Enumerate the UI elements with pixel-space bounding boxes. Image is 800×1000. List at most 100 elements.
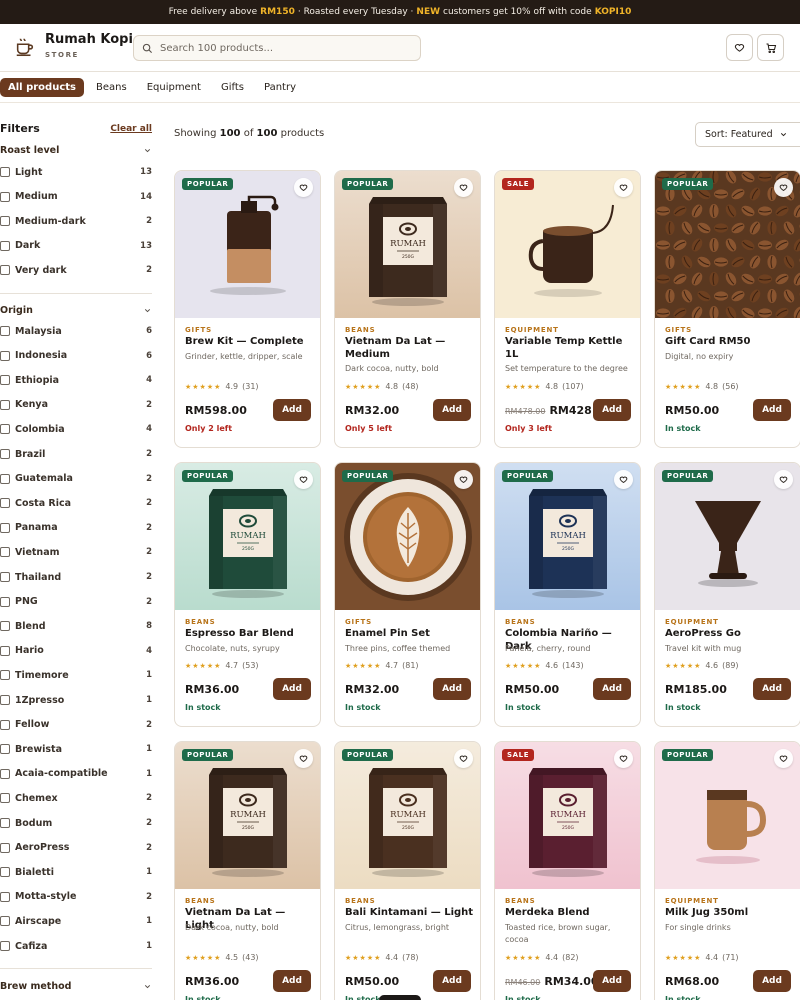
product-name[interactable]: Bali Kintamani — Light xyxy=(345,907,475,920)
clear-all-link[interactable]: Clear all xyxy=(110,124,152,134)
roast-level-section[interactable]: Roast level xyxy=(0,143,152,157)
filter-checkbox[interactable] xyxy=(0,596,10,607)
add-to-cart-button[interactable]: Add xyxy=(433,399,471,421)
filter-checkbox[interactable] xyxy=(0,621,10,632)
roast-level-section-header[interactable]: Roast level xyxy=(0,143,152,157)
wishlist-toggle[interactable] xyxy=(774,178,793,197)
sort-dropdown[interactable]: Sort: Featured xyxy=(695,122,800,147)
filter-checkbox[interactable] xyxy=(0,547,10,558)
filter-option-png[interactable]: PNG 2 xyxy=(0,594,152,610)
filter-checkbox[interactable] xyxy=(0,719,10,730)
wishlist-button[interactable] xyxy=(726,34,753,61)
brew-method-section[interactable]: Brew method xyxy=(0,979,152,993)
wishlist-toggle[interactable] xyxy=(454,470,473,489)
product-card[interactable]: POPULAR GIFTS Gift Card RM50 Digital, no ex… xyxy=(654,170,800,448)
product-name[interactable]: Milk Jug 350ml xyxy=(665,907,795,920)
tab-gifts[interactable]: Gifts xyxy=(213,78,252,97)
filter-checkbox[interactable] xyxy=(0,449,10,459)
wishlist-toggle[interactable] xyxy=(614,749,633,768)
search-input[interactable] xyxy=(160,42,400,54)
add-to-cart-button[interactable]: Add xyxy=(273,399,311,421)
filter-checkbox[interactable] xyxy=(0,842,10,853)
filter-option-medium-dark[interactable]: Medium-dark 2 xyxy=(0,213,152,229)
filter-option-malaysia[interactable]: Malaysia 6 xyxy=(0,323,152,339)
wishlist-toggle[interactable] xyxy=(774,470,793,489)
add-to-cart-button[interactable]: Add xyxy=(433,970,471,992)
filter-option-ethiopia[interactable]: Ethiopia 4 xyxy=(0,372,152,388)
product-card[interactable]: RUMAH 250G POPULAR BEANS Espresso Bar Blend C… xyxy=(174,462,321,727)
add-to-cart-button[interactable]: Add xyxy=(273,970,311,992)
product-card[interactable]: SALE EQUIPMENT Variable Temp Kettle 1L Set … xyxy=(494,170,641,448)
add-to-cart-button[interactable]: Add xyxy=(273,678,311,700)
wishlist-toggle[interactable] xyxy=(294,470,313,489)
filter-option-indonesia[interactable]: Indonesia 6 xyxy=(0,348,152,364)
tab-equipment[interactable]: Equipment xyxy=(139,78,209,97)
product-card[interactable]: RUMAH 250G POPULAR BEANS Vietnam Da Lat — Li… xyxy=(174,741,321,1000)
filter-option-brazil[interactable]: Brazil 2 xyxy=(0,446,152,462)
add-to-cart-button[interactable]: Add xyxy=(753,970,791,992)
filter-checkbox[interactable] xyxy=(0,473,10,484)
tab-all-products[interactable]: All products xyxy=(0,77,84,97)
filter-option-hario[interactable]: Hario 4 xyxy=(0,643,152,659)
product-card[interactable]: POPULAR EQUIPMENT AeroPress Go Travel kit w… xyxy=(654,462,800,727)
product-name[interactable]: AeroPress Go xyxy=(665,628,795,641)
filter-option-very-dark[interactable]: Very dark 2 xyxy=(0,262,152,278)
product-name[interactable]: Vietnam Da Lat — Medium xyxy=(345,336,475,361)
product-card[interactable]: RUMAH 250G POPULAR BEANS Vietnam Da Lat — Me… xyxy=(334,170,481,448)
origin-section-header[interactable]: Origin xyxy=(0,303,152,317)
product-card[interactable]: RUMAH 250G SALE BEANS Merdeka Blend Toasted r… xyxy=(494,741,641,1000)
product-name[interactable]: Gift Card RM50 xyxy=(665,336,795,349)
filter-checkbox[interactable] xyxy=(0,670,10,681)
filter-option-timemore[interactable]: Timemore 1 xyxy=(0,667,152,683)
filter-checkbox[interactable] xyxy=(0,793,10,804)
filter-option-airscape[interactable]: Airscape 1 xyxy=(0,913,152,929)
filter-checkbox[interactable] xyxy=(0,375,10,386)
product-name[interactable]: Merdeka Blend xyxy=(505,907,635,920)
filter-option-panama[interactable]: Panama 2 xyxy=(0,520,152,536)
filter-checkbox[interactable] xyxy=(0,645,10,656)
filter-checkbox[interactable] xyxy=(0,744,10,755)
tab-beans[interactable]: Beans xyxy=(88,78,135,97)
add-to-cart-button[interactable]: Add xyxy=(433,678,471,700)
filter-option-motta-style[interactable]: Motta-style 2 xyxy=(0,889,152,905)
filter-checkbox[interactable] xyxy=(0,424,10,435)
filter-option-chemex[interactable]: Chemex 2 xyxy=(0,790,152,806)
filter-option-bialetti[interactable]: Bialetti 1 xyxy=(0,864,152,880)
add-to-cart-button[interactable]: Add xyxy=(753,399,791,421)
origin-section[interactable]: Origin xyxy=(0,303,152,317)
tab-pantry[interactable]: Pantry xyxy=(256,78,304,97)
filter-checkbox[interactable] xyxy=(0,240,10,251)
wishlist-toggle[interactable] xyxy=(454,749,473,768)
filter-checkbox[interactable] xyxy=(0,350,10,361)
filter-option-brewista[interactable]: Brewista 1 xyxy=(0,741,152,757)
filter-checkbox[interactable] xyxy=(0,916,10,927)
filter-option-cafiza[interactable]: Cafiza 1 xyxy=(0,938,152,954)
filter-option-dark[interactable]: Dark 13 xyxy=(0,238,152,254)
product-name[interactable]: Enamel Pin Set xyxy=(345,628,475,641)
filter-checkbox[interactable] xyxy=(0,522,10,533)
filter-checkbox[interactable] xyxy=(0,191,10,202)
wishlist-toggle[interactable] xyxy=(454,178,473,197)
wishlist-toggle[interactable] xyxy=(614,470,633,489)
filter-option-thailand[interactable]: Thailand 2 xyxy=(0,569,152,585)
filter-option-bodum[interactable]: Bodum 2 xyxy=(0,815,152,831)
cart-button[interactable] xyxy=(757,34,784,61)
wishlist-toggle[interactable] xyxy=(614,178,633,197)
product-name[interactable]: Variable Temp Kettle 1L xyxy=(505,336,635,361)
wishlist-toggle[interactable] xyxy=(294,749,313,768)
filter-checkbox[interactable] xyxy=(0,399,10,410)
product-name[interactable]: Brew Kit — Complete xyxy=(185,336,315,349)
filter-checkbox[interactable] xyxy=(0,216,10,226)
filter-option-blend[interactable]: Blend 8 xyxy=(0,618,152,634)
filter-option-guatemala[interactable]: Guatemala 2 xyxy=(0,471,152,487)
product-name[interactable]: Espresso Bar Blend xyxy=(185,628,315,641)
product-card[interactable]: RUMAH 250G POPULAR BEANS Bali Kintamani — Li… xyxy=(334,741,481,1000)
filter-option-aeropress[interactable]: AeroPress 2 xyxy=(0,840,152,856)
filter-checkbox[interactable] xyxy=(0,867,10,878)
filter-option-fellow[interactable]: Fellow 2 xyxy=(0,717,152,733)
filter-option-kenya[interactable]: Kenya 2 xyxy=(0,397,152,413)
filter-checkbox[interactable] xyxy=(0,572,10,582)
filter-checkbox[interactable] xyxy=(0,265,10,275)
filter-option-colombia[interactable]: Colombia 4 xyxy=(0,421,152,437)
floating-toolbar[interactable] xyxy=(379,995,421,1000)
